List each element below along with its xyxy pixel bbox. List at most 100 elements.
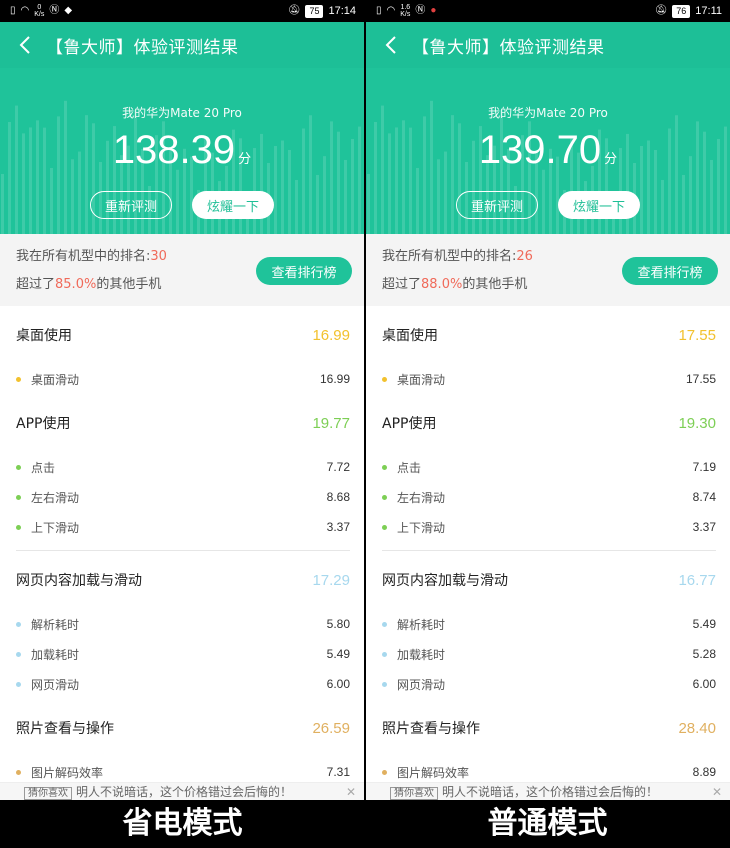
metric-value: 6.00 — [326, 677, 350, 691]
nfc-icon: Ⓝ — [49, 5, 60, 16]
ad-banner[interactable]: 猜你喜欢 明人不说暗话，这个价格错过会后悔的！ ✕ — [0, 782, 364, 800]
clock: 17:11 — [695, 5, 722, 17]
score-section: 桌面使用 16.99 桌面滑动 16.99 — [0, 306, 364, 394]
metric-label: 左右滑动 — [31, 490, 80, 505]
metric-row: 加载耗时 5.28 — [382, 639, 716, 669]
bullet-dot-icon — [382, 494, 387, 500]
section-name: 桌面使用 — [382, 328, 438, 344]
metric-row: 左右滑动 8.68 — [16, 482, 350, 512]
title-bar: 【鲁大师】体验评测结果 — [366, 22, 730, 68]
bullet-dot-icon — [16, 376, 21, 382]
ranking-panel: 我在所有机型中的排名:26 超过了88.0%的其他手机 查看排行榜 — [366, 234, 730, 306]
score-unit: 分 — [238, 152, 252, 167]
retest-button[interactable]: 重新评测 — [456, 191, 538, 219]
network-speed: 1.6 K/s — [400, 4, 411, 18]
bullet-dot-icon — [382, 524, 387, 530]
status-bar: ▯ ◠ 0 K/s Ⓝ ◆ 🔕︎ 75 17:14 — [0, 0, 364, 22]
metric-label: 解析耗时 — [31, 617, 80, 632]
status-bar: ▯ ◠ 1.6 K/s Ⓝ ● 🔕︎ 76 17:11 — [366, 0, 730, 22]
section-score: 28.40 — [678, 719, 716, 737]
bullet-dot-icon — [16, 621, 21, 627]
view-leaderboard-button[interactable]: 查看排行榜 — [622, 257, 718, 285]
section-name: 网页内容加载与滑动 — [16, 573, 142, 589]
section-header: 照片查看与操作 26.59 — [16, 699, 350, 757]
back-arrow-icon[interactable] — [14, 34, 36, 56]
score-section: 网页内容加载与滑动 17.29 解析耗时 5.80 加载耗时 5.49 网页滑动 6.00 — [0, 551, 364, 699]
section-score: 17.55 — [678, 326, 716, 344]
section-header: APP使用 19.30 — [382, 394, 716, 452]
rank-number: 26 — [516, 249, 533, 264]
app-notification-icon: ◆ — [64, 5, 73, 16]
bullet-dot-icon — [382, 376, 387, 382]
metric-label: 网页滑动 — [397, 677, 446, 692]
metric-row: 左右滑动 8.74 — [382, 482, 716, 512]
metric-value: 8.74 — [692, 490, 716, 504]
device-name: 我的华为Mate 20 Pro — [122, 106, 242, 120]
device-name: 我的华为Mate 20 Pro — [488, 106, 608, 120]
metric-value: 8.68 — [326, 490, 350, 504]
score-unit: 分 — [604, 152, 618, 167]
section-name: 照片查看与操作 — [382, 721, 480, 737]
metric-label: 桌面滑动 — [397, 372, 446, 387]
metric-label: 图片解码效率 — [397, 765, 470, 780]
score-hero: 【鲁大师】体验评测结果 我的华为Mate 20 Pro 139.70 分 重新评… — [366, 22, 730, 234]
share-button[interactable]: 炫耀一下 — [192, 191, 274, 219]
metric-row: 解析耗时 5.80 — [16, 609, 350, 639]
caption-normal-mode: 普通模式 — [487, 806, 608, 841]
ad-banner[interactable]: 猜你喜欢 明人不说暗话，这个价格错过会后悔的！ ✕ — [366, 782, 730, 800]
metric-label: 图片解码效率 — [31, 765, 104, 780]
score-section: APP使用 19.30 点击 7.19 左右滑动 8.74 上下滑动 3.37 — [366, 394, 730, 551]
ranking-panel: 我在所有机型中的排名:30 超过了85.0%的其他手机 查看排行榜 — [0, 234, 364, 306]
metric-value: 5.80 — [326, 617, 350, 631]
close-icon[interactable]: ✕ — [712, 783, 722, 800]
metric-value: 16.99 — [319, 372, 350, 386]
section-name: 照片查看与操作 — [16, 721, 114, 737]
metric-row: 加载耗时 5.49 — [16, 639, 350, 669]
share-button[interactable]: 炫耀一下 — [558, 191, 640, 219]
close-icon[interactable]: ✕ — [346, 783, 356, 800]
section-score: 16.99 — [312, 326, 350, 344]
section-name: APP使用 — [382, 416, 437, 432]
page-title: 【鲁大师】体验评测结果 — [412, 37, 605, 58]
metric-label: 加载耗时 — [31, 647, 80, 662]
battery-indicator: 75 — [305, 4, 324, 18]
section-score: 19.77 — [312, 414, 350, 432]
section-header: 网页内容加载与滑动 16.77 — [382, 551, 716, 609]
retest-button[interactable]: 重新评测 — [90, 191, 172, 219]
section-header: 网页内容加载与滑动 17.29 — [16, 551, 350, 609]
section-name: 网页内容加载与滑动 — [382, 573, 508, 589]
view-leaderboard-button[interactable]: 查看排行榜 — [256, 257, 352, 285]
app-notification-icon: ● — [430, 5, 437, 16]
metric-value: 5.49 — [692, 617, 716, 631]
result-pane-normal: ▯ ◠ 1.6K/s Ⓝ ● 🔕︎ 76 17:11 【鲁大师】体验评测结果 — [366, 0, 730, 800]
mute-bell-icon: 🔕︎ — [654, 5, 668, 16]
bullet-dot-icon — [16, 651, 21, 657]
section-name: APP使用 — [16, 416, 71, 432]
metric-label: 上下滑动 — [397, 520, 446, 535]
metric-row: 上下滑动 3.37 — [382, 512, 716, 542]
section-header: 桌面使用 17.55 — [382, 306, 716, 364]
metric-row: 点击 7.19 — [382, 452, 716, 482]
section-header: APP使用 19.77 — [16, 394, 350, 452]
metric-row: 桌面滑动 17.55 — [382, 364, 716, 394]
score-section: 网页内容加载与滑动 16.77 解析耗时 5.49 加载耗时 5.28 网页滑动 6.00 — [366, 551, 730, 699]
metric-row: 桌面滑动 16.99 — [16, 364, 350, 394]
wifi-icon: ◠ — [20, 5, 30, 16]
bullet-dot-icon — [16, 494, 21, 500]
result-pane-power-saving: ▯ ◠ 0K/s Ⓝ ◆ 🔕︎ 75 17:14 【鲁大师】体验评测结果 我的 — [0, 0, 364, 800]
battery-indicator: 76 — [672, 4, 691, 18]
sim-icon: ▯ — [10, 5, 16, 16]
bullet-dot-icon — [16, 464, 21, 470]
score-breakdown: 桌面使用 17.55 桌面滑动 17.55 APP使用 19.30 点击 7.19 左右滑动 8.… — [366, 306, 730, 800]
section-score: 16.77 — [678, 571, 716, 589]
metric-row: 解析耗时 5.49 — [382, 609, 716, 639]
bullet-dot-icon — [382, 464, 387, 470]
bullet-dot-icon — [16, 769, 21, 775]
back-arrow-icon[interactable] — [380, 34, 402, 56]
section-header: 照片查看与操作 28.40 — [382, 699, 716, 757]
wifi-icon: ◠ — [386, 5, 396, 16]
bullet-dot-icon — [16, 681, 21, 687]
ad-tag: 猜你喜欢 — [24, 787, 72, 800]
metric-row: 上下滑动 3.37 — [16, 512, 350, 542]
metric-value: 7.72 — [326, 460, 350, 474]
